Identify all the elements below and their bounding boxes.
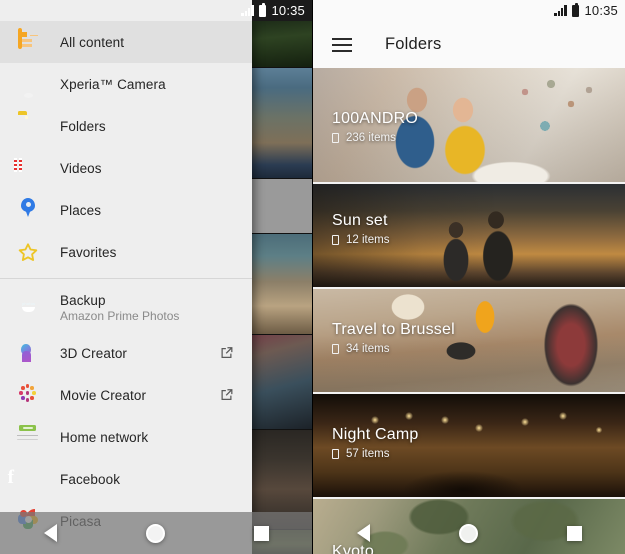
sidebar-item-folders[interactable]: Folders	[0, 105, 252, 147]
photo-count-icon	[332, 133, 339, 143]
home-circle-icon[interactable]	[145, 523, 165, 543]
signal-bars-icon	[241, 5, 254, 16]
photo-count-icon	[332, 235, 339, 245]
sidebar-item-label: 3D Creator	[60, 345, 128, 361]
sidebar-item-label: Videos	[60, 160, 102, 176]
folder-count-label: 12 items	[346, 234, 390, 246]
sidebar-item-label: Xperia™ Camera	[60, 76, 166, 92]
folder-card[interactable]: Sun set 12 items	[313, 182, 625, 287]
page-title: Folders	[385, 35, 442, 53]
sidebar-item-label: Movie Creator	[60, 387, 147, 403]
all-content-icon	[16, 28, 40, 54]
sidebar-item-home-network[interactable]: Home network	[0, 416, 252, 458]
folders-list: 100ANDRO 236 items Sun set 12 items Trav…	[313, 68, 625, 554]
system-nav-bar-left	[0, 512, 312, 554]
status-bar-time: 10:35	[584, 3, 618, 18]
folder-card-text: Night Camp 57 items	[332, 426, 418, 460]
amazon-photos-icon: photos	[22, 301, 36, 306]
star-icon	[16, 240, 40, 264]
facebook-icon	[16, 467, 40, 491]
star-glyph	[18, 243, 38, 261]
folder-count: 57 items	[332, 448, 418, 460]
folder-card-text: Travel to Brussel 34 items	[332, 321, 455, 355]
backup-text-column: Backup Amazon Prime Photos	[60, 293, 179, 323]
home-network-icon	[16, 425, 40, 449]
home-circle-icon[interactable]	[458, 523, 478, 543]
sidebar-item-label: Folders	[60, 118, 106, 134]
folder-count-label: 236 items	[346, 132, 396, 144]
drawer-primary-list: All content Xperia™ Camera Folders Video…	[0, 21, 252, 542]
external-link-icon[interactable]	[219, 346, 234, 361]
status-bar-right: 10:35	[313, 0, 625, 21]
map-pin-icon	[16, 198, 40, 222]
sidebar-item-label: Favorites	[60, 244, 117, 260]
sidebar-item-movie-creator[interactable]: Movie Creator	[0, 374, 252, 416]
3d-creator-icon	[16, 341, 40, 365]
folder-count: 34 items	[332, 343, 455, 355]
sidebar-item-label: Home network	[60, 429, 149, 445]
sidebar-item-all-content[interactable]: All content	[0, 21, 252, 63]
battery-icon	[572, 2, 580, 17]
sidebar-item-sublabel: Amazon Prime Photos	[60, 309, 180, 323]
back-triangle-icon[interactable]	[357, 524, 371, 542]
sidebar-item-favorites[interactable]: Favorites	[0, 231, 252, 273]
xperia-camera-icon	[16, 72, 40, 98]
folder-title: Night Camp	[332, 426, 419, 443]
video-film-icon	[16, 156, 40, 180]
folder-count-label: 34 items	[346, 343, 390, 355]
folder-count: 236 items	[332, 132, 418, 144]
folder-card-text: Sun set 12 items	[332, 212, 389, 246]
folder-title: Sun set	[332, 212, 388, 229]
recents-square-icon[interactable]	[566, 525, 582, 541]
sidebar-item-label: Backup	[60, 293, 106, 308]
sidebar-item-places[interactable]: Places	[0, 189, 252, 231]
hamburger-menu-icon[interactable]	[332, 37, 352, 52]
movie-creator-icon	[16, 383, 40, 407]
system-nav-bar-right	[313, 512, 625, 554]
folder-title: Travel to Brussel	[332, 321, 455, 338]
folder-card[interactable]: Travel to Brussel 34 items	[313, 287, 625, 392]
photo-count-icon	[332, 449, 339, 459]
folder-card[interactable]: Night Camp 57 items	[313, 392, 625, 497]
folder-count-label: 57 items	[346, 448, 390, 460]
navigation-drawer: All content Xperia™ Camera Folders Video…	[0, 21, 252, 554]
folder-title: 100ANDRO	[332, 110, 419, 127]
folder-icon	[16, 114, 40, 138]
recents-square-icon[interactable]	[253, 525, 269, 541]
battery-icon	[259, 2, 267, 17]
sidebar-item-videos[interactable]: Videos	[0, 147, 252, 189]
sidebar-item-facebook[interactable]: Facebook	[0, 458, 252, 500]
sidebar-item-3d-creator[interactable]: 3D Creator	[0, 332, 252, 374]
comparison-screenshot: All content Xperia™ Camera Folders Video…	[0, 0, 625, 554]
sidebar-item-xperia-camera[interactable]: Xperia™ Camera	[0, 63, 252, 105]
right-phone-panel: 100ANDRO 236 items Sun set 12 items Trav…	[312, 0, 625, 554]
back-triangle-icon[interactable]	[44, 524, 58, 542]
status-bar-time: 10:35	[271, 3, 305, 18]
external-link-icon[interactable]	[219, 388, 234, 403]
photo-count-icon	[332, 344, 339, 354]
drawer-divider	[0, 278, 252, 279]
sidebar-item-label: All content	[60, 34, 125, 50]
signal-bars-icon	[554, 5, 567, 16]
status-bar-left: 10:35	[0, 0, 312, 21]
sidebar-item-label: Places	[60, 202, 102, 218]
sidebar-item-backup[interactable]: photos Backup Amazon Prime Photos	[0, 284, 252, 332]
folder-card[interactable]: 100ANDRO 236 items	[313, 68, 625, 182]
app-bar: Folders	[313, 21, 625, 68]
folder-card-text: 100ANDRO 236 items	[332, 110, 418, 144]
left-phone-panel: All content Xperia™ Camera Folders Video…	[0, 0, 312, 554]
folder-count: 12 items	[332, 234, 389, 246]
sidebar-item-label: Facebook	[60, 471, 121, 487]
